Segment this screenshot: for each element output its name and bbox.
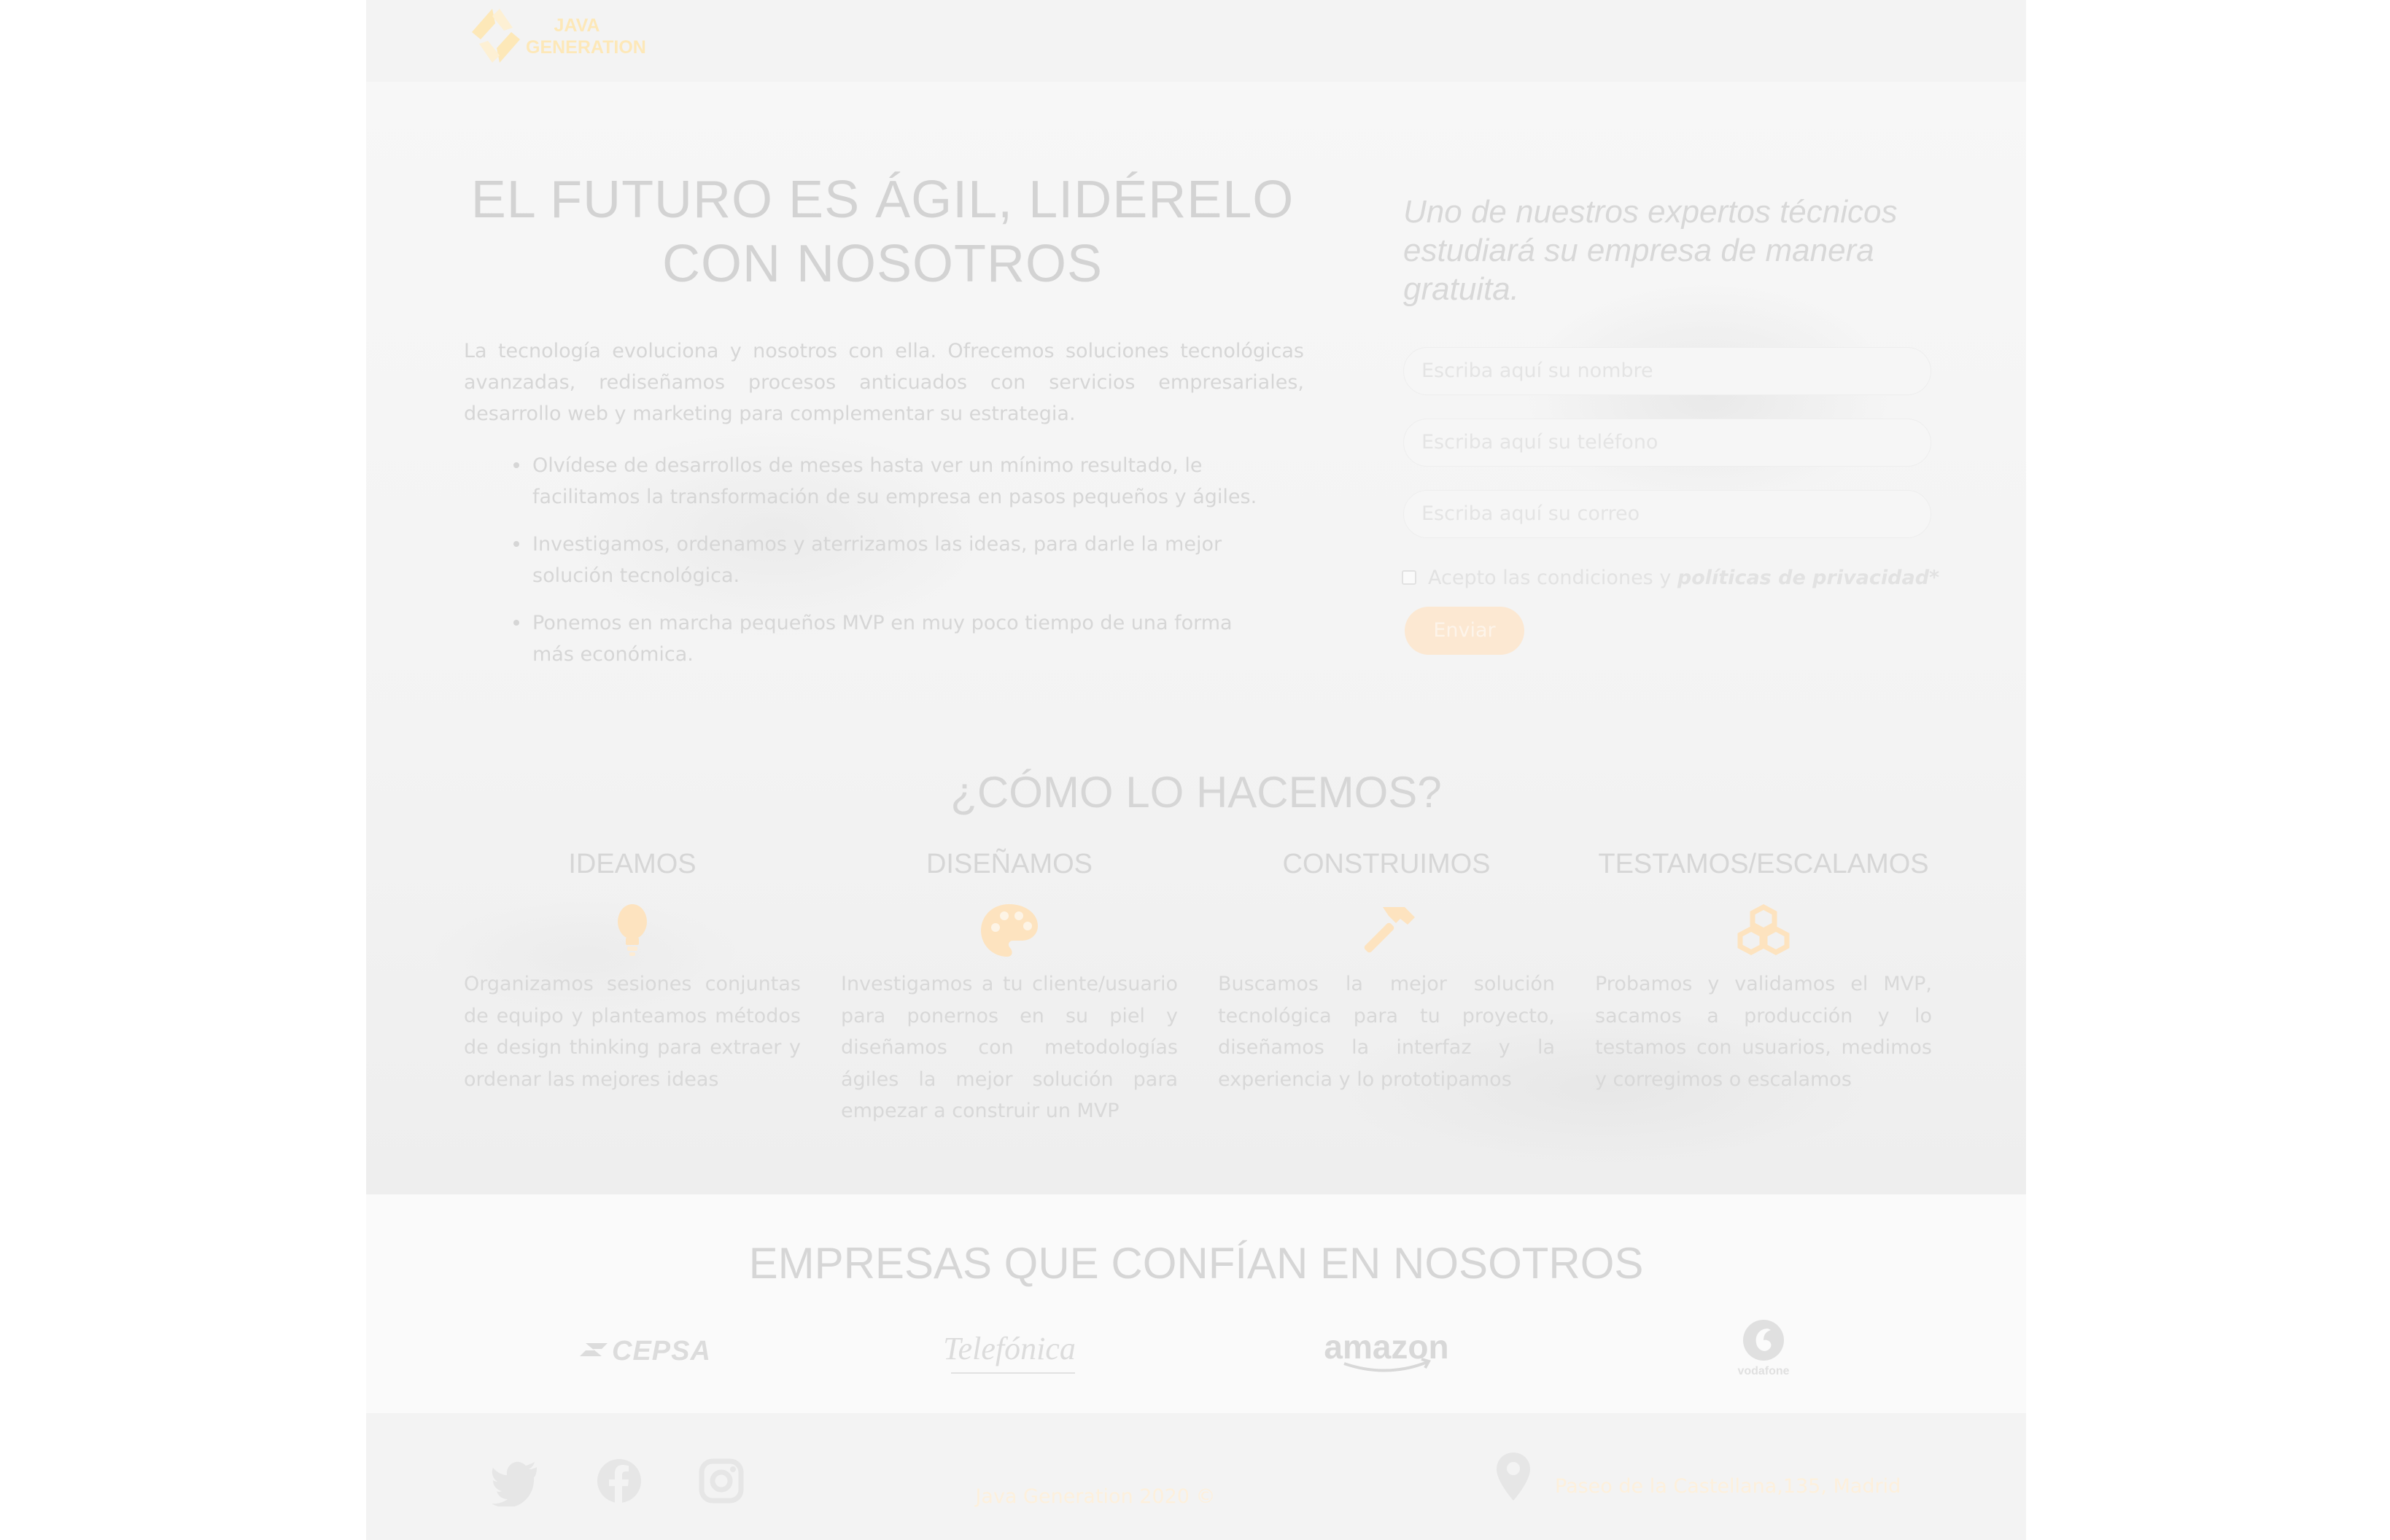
step-text: Investigamos a tu cliente/usuario para p… xyxy=(841,973,1178,1122)
telefonica-underline xyxy=(951,1372,1075,1374)
name-input[interactable]: Escriba aquí su nombre xyxy=(1403,347,1931,395)
logo-text: JAVA GENERATION xyxy=(526,15,646,58)
accept-text: Acepto las condiciones y xyxy=(1428,567,1677,589)
step-construimos: CONSTRUIMOS Buscamos la mejor solución t… xyxy=(1218,847,1555,1095)
hero-bullet-list: Olvídese de desarrollos de meses hasta v… xyxy=(513,450,1276,686)
accept-label: Acepto las condiciones y políticas de pr… xyxy=(1428,566,1953,591)
logo[interactable]: JAVA GENERATION xyxy=(463,3,646,69)
send-button[interactable]: Enviar xyxy=(1405,607,1524,655)
map-pin-icon xyxy=(1497,1452,1530,1501)
form-title: Uno de nuestros expertos técnicos estudi… xyxy=(1403,194,1898,307)
accept-checkbox[interactable] xyxy=(1402,570,1416,585)
step-text: Buscamos la mejor solución tecnológica p… xyxy=(1218,973,1555,1091)
page: JAVA GENERATION EL FUTURO ES ÁGIL, LIDÉR… xyxy=(366,0,2026,1540)
hero-intro: La tecnología evoluciona y nosotros con … xyxy=(464,340,1304,425)
amazon-smile-icon xyxy=(1343,1358,1431,1372)
cepsa-logo: CEPSA xyxy=(523,1317,742,1382)
hero-section: EL FUTURO ES ÁGIL, LIDÉRELO CON NOSOTROS… xyxy=(366,82,2026,1194)
site-header: JAVA GENERATION xyxy=(366,0,2026,82)
privacy-policy-link[interactable]: políticas de privacidad* xyxy=(1677,567,1939,589)
hero-bullet: Ponemos en marcha pequeños MVP en muy po… xyxy=(513,607,1276,670)
step-testamos: TESTAMOS/ESCALAMOS Probamos y validamos … xyxy=(1595,847,1932,1095)
vodafone-wordmark: vodafone xyxy=(1737,1365,1790,1377)
facebook-icon[interactable] xyxy=(594,1455,645,1506)
instagram-icon[interactable] xyxy=(696,1455,747,1506)
logo-mark-icon xyxy=(472,9,520,63)
step-title: DISEÑAMOS xyxy=(926,849,1093,879)
step-ideamos: IDEAMOS Organizamos sesiones conjuntas d… xyxy=(464,847,801,1095)
step-title: TESTAMOS/ESCALAMOS xyxy=(1598,849,1929,879)
step-text: Organizamos sesiones conjuntas de equipo… xyxy=(464,973,801,1091)
telefonica-logo: Telefónica xyxy=(900,1317,1119,1382)
telefonica-wordmark: Telefónica xyxy=(943,1331,1076,1366)
address-text: Paseo de la Castellana,135, Madrid xyxy=(1555,1475,1901,1498)
logo-line-generation: GENERATION xyxy=(526,37,646,58)
step-disenamos: DISEÑAMOS Investigamos a tu cliente/usua… xyxy=(841,847,1178,1127)
site-footer: Java Generation 2020 © Paseo de la Caste… xyxy=(366,1413,2026,1540)
copyright-text: Java Generation 2020 © xyxy=(975,1485,1216,1508)
como-title: ¿CÓMO LO HACEMOS? xyxy=(950,768,1442,817)
email-input[interactable]: Escriba aquí su correo xyxy=(1403,490,1931,538)
step-title: CONSTRUIMOS xyxy=(1282,849,1491,879)
hero-title: EL FUTURO ES ÁGIL, LIDÉRELO CON NOSOTROS xyxy=(470,171,1295,293)
cepsa-wordmark: CEPSA xyxy=(612,1336,711,1366)
clients-title: EMPRESAS QUE CONFÍAN EN NOSOTROS xyxy=(748,1239,1644,1288)
cubes-icon xyxy=(1737,904,1790,955)
amazon-logo: amazon xyxy=(1277,1317,1496,1382)
step-title: IDEAMOS xyxy=(568,849,697,879)
clients-section: EMPRESAS QUE CONFÍAN EN NOSOTROS CEPSA T… xyxy=(366,1194,2026,1413)
phone-input[interactable]: Escriba aquí su teléfono xyxy=(1403,419,1931,467)
palette-icon xyxy=(981,904,1038,957)
hero-bullet: Investigamos, ordenamos y aterrizamos la… xyxy=(513,529,1276,591)
step-text: Probamos y validamos el MVP, sacamos a p… xyxy=(1595,973,1932,1091)
vodafone-logo: vodafone xyxy=(1654,1317,1873,1382)
hammer-icon xyxy=(1364,907,1415,953)
lightbulb-icon xyxy=(618,904,647,956)
hero-bullet: Olvídese de desarrollos de meses hasta v… xyxy=(513,450,1276,513)
twitter-icon[interactable] xyxy=(490,1455,541,1506)
logo-line-java: JAVA xyxy=(554,15,600,36)
